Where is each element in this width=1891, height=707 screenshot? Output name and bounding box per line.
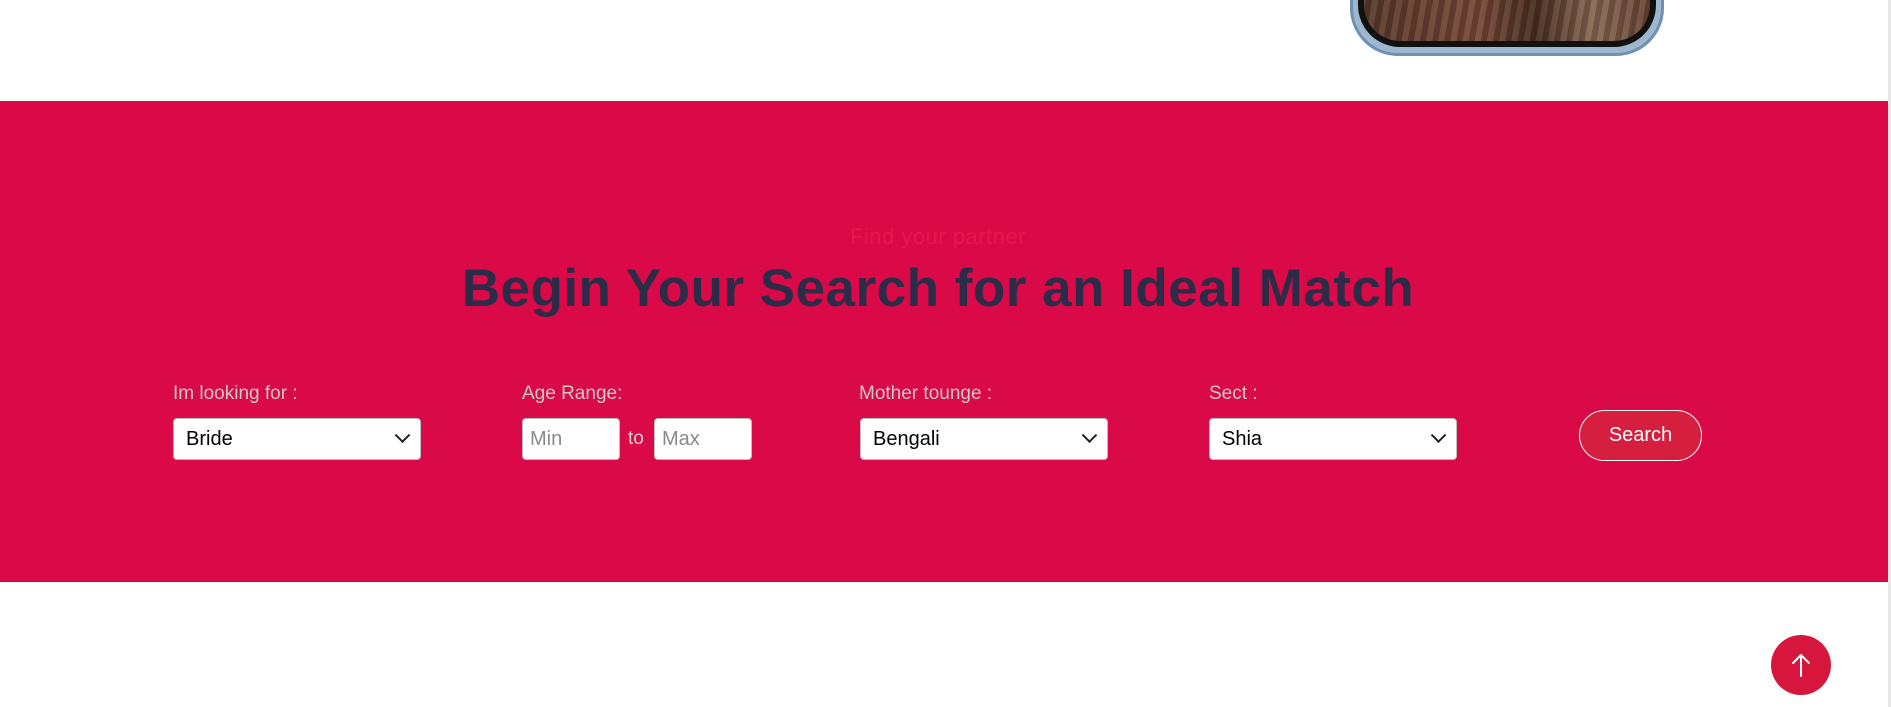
sect-selected-value: Shia <box>1222 427 1263 450</box>
section-headline: Begin Your Search for an Ideal Match <box>461 259 1415 318</box>
chevron-down-icon <box>1430 426 1447 443</box>
sect-label: Sect : <box>1209 383 1258 404</box>
section-eyebrow: Find your partner <box>849 224 1027 249</box>
mother-tongue-select[interactable]: Bengali <box>860 418 1108 460</box>
scroll-to-top-button[interactable] <box>1771 635 1831 695</box>
looking-for-label: Im looking for : <box>173 383 298 404</box>
page: Find your partner Begin Your Search for … <box>0 0 1891 707</box>
mother-tongue-label: Mother tounge : <box>859 383 993 404</box>
age-min-input[interactable] <box>522 418 620 460</box>
mother-tongue-selected-value: Bengali <box>873 427 940 450</box>
phone-mockup-image <box>1350 0 1664 56</box>
chevron-down-icon <box>1081 426 1098 443</box>
age-range-separator: to <box>628 428 644 449</box>
phone-screen-photo <box>1364 0 1650 41</box>
search-button[interactable]: Search <box>1579 410 1702 461</box>
search-section <box>0 101 1888 582</box>
age-max-input[interactable] <box>654 418 752 460</box>
chevron-down-icon <box>394 426 411 443</box>
arrow-up-icon <box>1792 654 1810 677</box>
age-range-label: Age Range: <box>522 383 623 404</box>
sect-select[interactable]: Shia <box>1209 418 1457 460</box>
looking-for-select[interactable]: Bride <box>173 418 421 460</box>
looking-for-selected-value: Bride <box>186 427 233 450</box>
